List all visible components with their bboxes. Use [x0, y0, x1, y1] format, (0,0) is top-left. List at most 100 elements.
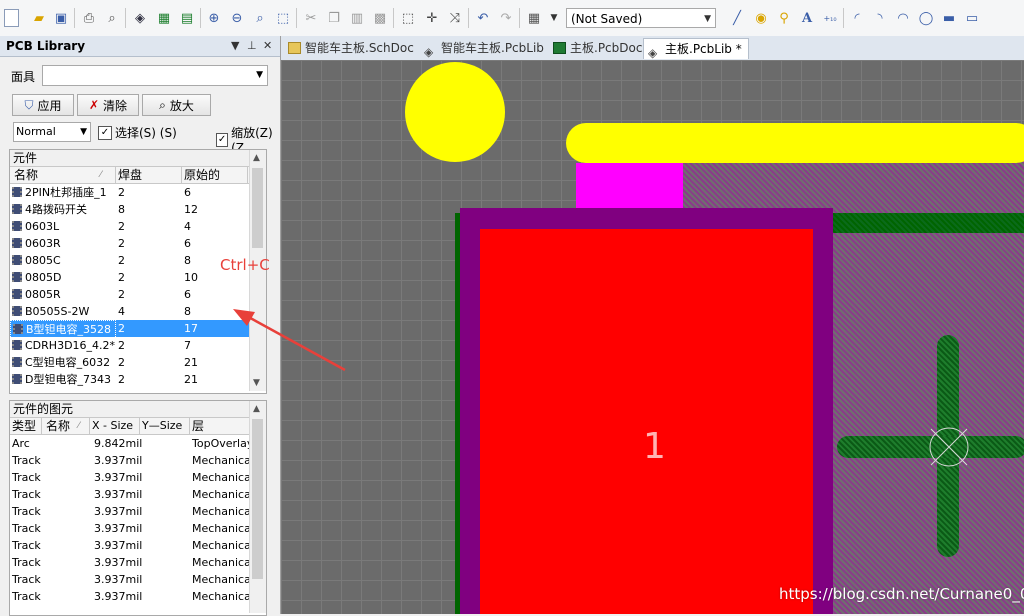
component-pads: 2	[118, 339, 125, 352]
apply-button[interactable]: ⛉ 应用	[12, 94, 74, 116]
footprint-icon	[12, 187, 22, 197]
print-preview-icon[interactable]: ⌕	[103, 9, 121, 27]
new-file-icon[interactable]	[4, 9, 19, 27]
scroll-up-icon[interactable]: ▲	[253, 404, 260, 414]
region-icon[interactable]: ▭	[963, 9, 981, 27]
primitive-layer: Mechanical	[192, 556, 250, 569]
undo-icon[interactable]: ↶	[474, 9, 492, 27]
column-header-x-size[interactable]: X - Size	[90, 418, 140, 434]
primitive-x-size: 3.937mil	[94, 488, 142, 501]
select-area-icon[interactable]: ⬚	[399, 9, 417, 27]
table-row[interactable]: Track 3.937mil Mechanical	[10, 503, 266, 520]
tab-schdoc[interactable]: 智能车主板.SchDoc	[284, 38, 420, 58]
mode-select[interactable]: Normal ▼	[13, 122, 91, 142]
paste-icon[interactable]: ▥	[348, 9, 366, 27]
pad-1[interactable]	[480, 229, 813, 614]
primitive-x-size: 3.937mil	[94, 505, 142, 518]
column-header-pads[interactable]: 焊盘	[116, 167, 182, 183]
scroll-up-icon[interactable]: ▲	[253, 153, 260, 163]
component-name: 0603R	[10, 235, 116, 252]
pcb-editor-canvas[interactable]: 1	[281, 60, 1024, 614]
zoom-fit-icon[interactable]: ⌕	[251, 9, 269, 27]
footprint-icon	[12, 238, 22, 248]
footprint-icon	[12, 374, 22, 384]
table-row[interactable]: Track 3.937mil Mechanical	[10, 486, 266, 503]
tab-pcblib[interactable]: ◈ 智能车主板.PcbLib	[420, 38, 550, 59]
panel-menu-icon[interactable]: ▼	[231, 39, 239, 52]
scroll-thumb[interactable]	[252, 419, 263, 579]
mask-input[interactable]: ▼	[42, 65, 268, 86]
clear-button[interactable]: ✗ 清除	[77, 94, 139, 116]
close-icon[interactable]: ✕	[263, 39, 272, 52]
move-icon[interactable]: ✛	[423, 9, 441, 27]
component-name-text: 0603L	[25, 220, 60, 233]
open-folder-icon[interactable]: ▰	[30, 9, 48, 27]
arc-any-icon[interactable]: ◠	[894, 9, 912, 27]
full-circle-icon[interactable]: ◯	[917, 9, 935, 27]
table-row[interactable]: Track 3.937mil Mechanical	[10, 588, 266, 605]
silkscreen-marker	[405, 62, 505, 162]
primitives-scrollbar[interactable]: ▲	[249, 401, 266, 613]
rubber-stamp-icon[interactable]: ▩	[371, 9, 389, 27]
table-row[interactable]: Arc 9.842mil TopOverlay	[10, 435, 266, 452]
grid-dropdown-icon[interactable]: ▼	[545, 9, 563, 27]
table-row[interactable]: 0603L 2 4	[10, 218, 266, 235]
scroll-thumb[interactable]	[252, 168, 263, 248]
zoom-button[interactable]: ⌕ 放大	[142, 94, 211, 116]
component-name-text: 0805R	[25, 288, 61, 301]
table-row[interactable]: Track 3.937mil Mechanical	[10, 469, 266, 486]
column-header-primitive-name[interactable]: 名称 ⁄	[42, 418, 90, 434]
select-checkbox[interactable]: ✓ 选择(S) (S)	[98, 124, 177, 141]
line-icon[interactable]: ╱	[728, 9, 746, 27]
table-row[interactable]: Track 3.937mil Mechanical	[10, 554, 266, 571]
arc-center-icon[interactable]: ◜	[848, 9, 866, 27]
column-header-layer[interactable]: 层	[190, 418, 250, 434]
table-row[interactable]: 0603R 2 6	[10, 235, 266, 252]
primitive-layer: Mechanical	[192, 488, 250, 501]
column-header-type[interactable]: 类型	[10, 418, 42, 434]
table-row[interactable]: 2PIN杜邦插座_1 2 6	[10, 184, 266, 201]
copy-icon[interactable]: ❐	[325, 9, 343, 27]
zoom-in-icon[interactable]: ⊕	[205, 9, 223, 27]
redo-icon[interactable]: ↷	[497, 9, 515, 27]
text-icon[interactable]: A	[798, 9, 816, 27]
component-pads: 2	[118, 254, 125, 267]
table-row[interactable]: Track 3.937mil Mechanical	[10, 571, 266, 588]
coordinate-icon[interactable]: +₁₀	[821, 9, 839, 27]
table-row[interactable]: Track 3.937mil Mechanical	[10, 452, 266, 469]
pad-icon[interactable]: ◉	[752, 9, 770, 27]
column-header-primitives[interactable]: 原始的	[182, 167, 248, 183]
pin-icon[interactable]: ⊥	[247, 39, 257, 52]
table-row[interactable]: Track 3.937mil Mechanical	[10, 520, 266, 537]
component-name-text: 0805C	[25, 254, 61, 267]
apply-button-label: 应用	[37, 98, 62, 113]
table-row[interactable]: 4路拨码开关 8 12	[10, 201, 266, 218]
print-icon[interactable]: ⎙	[80, 9, 98, 27]
primitive-x-size: 3.937mil	[94, 454, 142, 467]
chevron-down-icon: ▼	[80, 127, 87, 137]
tab-pcbdoc[interactable]: 主板.PcbDoc	[549, 38, 648, 58]
arc-edge-icon[interactable]: ◝	[871, 9, 889, 27]
layers-icon[interactable]: ◈	[131, 9, 149, 27]
deselect-icon[interactable]: ⤨	[446, 9, 464, 27]
save-state-select[interactable]: (Not Saved) ▼	[566, 8, 716, 28]
paste-region	[576, 163, 683, 211]
save-icon[interactable]: ▣	[52, 9, 70, 27]
tab-active-pcblib[interactable]: ◈ 主板.PcbLib *	[643, 38, 749, 60]
component-primitives: 6	[184, 186, 191, 199]
column-header-name[interactable]: 名称 ⁄	[10, 167, 116, 183]
filter-icon: ⛉	[24, 97, 34, 112]
board-icon[interactable]: ▦	[155, 9, 173, 27]
zoom-out-icon[interactable]: ⊖	[228, 9, 246, 27]
cut-icon[interactable]: ✂	[302, 9, 320, 27]
table-row[interactable]: Track 3.937mil Mechanical	[10, 537, 266, 554]
zoom-area-icon[interactable]: ⬚	[274, 9, 292, 27]
primitive-type: Track	[12, 454, 41, 467]
fill-icon[interactable]: ▬	[940, 9, 958, 27]
component-icon[interactable]: ▤	[178, 9, 196, 27]
via-icon[interactable]: ⚲	[775, 9, 793, 27]
grid-icon[interactable]: ▦	[525, 9, 543, 27]
panel-title-bar: PCB Library ▼ ⊥ ✕	[0, 36, 280, 57]
column-header-y-size[interactable]: Y—Size	[140, 418, 190, 434]
component-pads: 2	[118, 237, 125, 250]
